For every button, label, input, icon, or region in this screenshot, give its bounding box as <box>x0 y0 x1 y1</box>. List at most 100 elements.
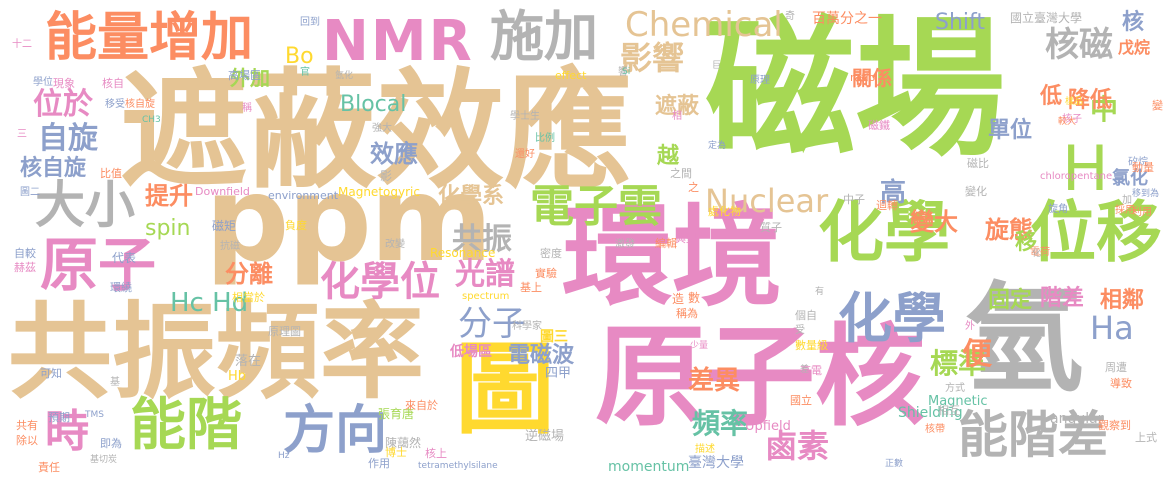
word-cloud: 磁場 遮蔽效應 ppm 環境 原子核 共振頻率 氫 圖 化學 位移 能量增加 N… <box>0 0 1175 482</box>
word: 低 <box>1040 84 1063 109</box>
word: ratio <box>850 71 876 84</box>
word: 典型 <box>675 232 697 245</box>
word: 影 <box>380 169 393 183</box>
word: 強大 <box>372 123 392 134</box>
word: 便 <box>962 337 992 372</box>
word: 利用 <box>1132 207 1152 218</box>
word: 激發 <box>615 239 635 250</box>
word: 圖三 <box>540 329 568 345</box>
word: 可知 <box>40 367 62 380</box>
word: 旋角 <box>1048 204 1068 215</box>
word: 化學 <box>838 287 946 350</box>
word: 學位 <box>33 77 53 88</box>
word: 方向 <box>283 401 388 461</box>
word: Shift <box>935 10 986 35</box>
word: 加 <box>1122 195 1132 206</box>
word: 鹵素 <box>765 427 830 465</box>
word: 移受 <box>105 99 125 110</box>
word: 相鄰 <box>1100 288 1145 313</box>
word: 高場區 <box>228 69 261 82</box>
word: 越 <box>657 144 680 169</box>
word: 方式 <box>945 383 965 394</box>
word: 數量級 <box>795 339 828 352</box>
word: 編輯 <box>655 237 677 250</box>
word: 核 <box>1122 10 1145 35</box>
word: 比值 <box>100 167 122 180</box>
word: 提升 <box>145 182 193 210</box>
word: 磁矩 <box>212 219 237 233</box>
word: 光譜 <box>455 257 515 292</box>
word: environment <box>268 189 339 202</box>
word: 導致 <box>1110 377 1132 390</box>
word: 低場區 <box>450 344 492 360</box>
word: spin <box>145 216 191 241</box>
word: effect <box>555 69 587 82</box>
word: 即為 <box>100 437 122 450</box>
word: 造 <box>672 292 685 306</box>
word: 赫茲 <box>14 261 36 274</box>
word: 磁鐵 <box>868 119 890 132</box>
word: 較大 <box>1058 117 1077 127</box>
word: 來自於 <box>405 399 438 412</box>
word: 效應 <box>370 140 418 168</box>
word: 圖二 <box>20 187 40 198</box>
word: 能量增加 <box>45 8 254 68</box>
word: 有 <box>815 287 825 297</box>
word: 固定 <box>988 288 1033 313</box>
word: 責任 <box>38 461 60 474</box>
word: NMR <box>322 9 474 74</box>
word: Si <box>622 67 631 77</box>
word: 少量 <box>690 341 709 351</box>
word: 三 <box>17 129 27 140</box>
word: 描述 <box>695 444 715 455</box>
word: Magnetogyric <box>338 185 420 199</box>
word: 處化物 <box>708 205 741 218</box>
word: 核帶 <box>925 424 945 435</box>
word: 原理 <box>750 75 770 86</box>
word: 基 <box>110 377 120 388</box>
word: 外 <box>965 321 975 332</box>
word: 相當於 <box>232 291 265 304</box>
word: 科學家 <box>512 321 542 332</box>
word: 核自旋 <box>125 99 155 110</box>
word: 比例 <box>535 133 555 144</box>
word: momentum <box>608 459 690 475</box>
word: 電磁波 <box>508 343 575 368</box>
word: 自旋 <box>38 121 98 156</box>
word: 化學位 <box>320 259 440 305</box>
word: 逆磁場 <box>525 429 565 444</box>
word: 基切炭 <box>90 455 118 465</box>
word: 個自 <box>795 309 817 322</box>
word: 變大 <box>910 208 958 236</box>
word: 定為 <box>708 141 727 151</box>
word: 落在 <box>235 354 262 369</box>
word: 受 <box>795 325 805 336</box>
word: 奇 <box>785 11 795 22</box>
word: 自較 <box>14 247 36 260</box>
word: tetramethylsilane <box>418 461 498 471</box>
word: TMS <box>85 410 104 420</box>
word: 上式 <box>1135 431 1157 444</box>
word: G <box>880 89 890 103</box>
word: Upfield <box>745 419 791 434</box>
word: 原理圖 <box>268 325 301 338</box>
word: 百萬分之一 <box>812 11 882 27</box>
word: 化 <box>1032 249 1042 259</box>
word: 樣品 <box>1065 97 1084 107</box>
word: 相互 <box>938 404 960 417</box>
word: 國立臺灣大學 <box>1010 11 1083 25</box>
word: H <box>1062 132 1109 205</box>
word: 相 <box>672 111 682 122</box>
word: 變化 <box>965 185 987 198</box>
word: 除以 <box>16 434 38 447</box>
word: 差 <box>800 365 810 375</box>
word: 負度 <box>285 219 307 232</box>
word: Chemical <box>625 5 783 45</box>
word: 核自旋 <box>20 156 87 181</box>
word: 原子 <box>40 231 157 299</box>
word: 基上 <box>520 281 542 294</box>
word: 觀察到 <box>1098 419 1131 432</box>
word: 戊烷 <box>1118 38 1151 57</box>
word: 之 <box>688 181 699 194</box>
word: 官 <box>300 67 310 78</box>
